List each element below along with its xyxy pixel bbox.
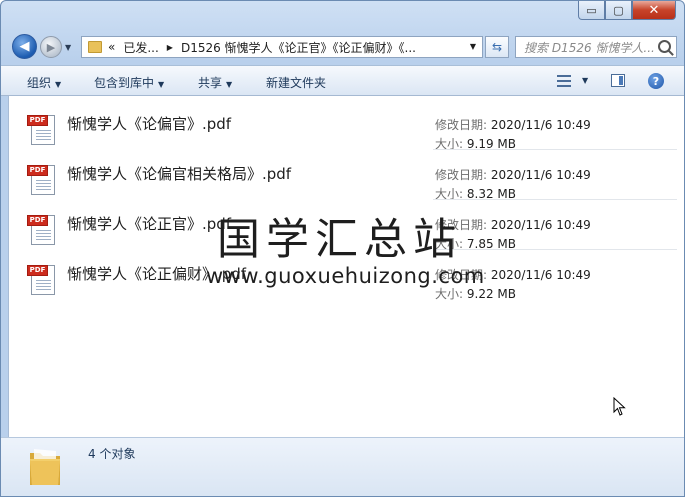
refresh-button[interactable]: ⇆ (485, 36, 509, 58)
details-pane: 4 个对象 (1, 437, 684, 496)
chevron-right-icon[interactable]: ▶ (167, 43, 173, 52)
close-button[interactable]: ✕ (632, 1, 676, 20)
mouse-cursor-icon (613, 397, 626, 416)
caption-buttons: ▭ ▢ ✕ (578, 1, 676, 20)
folder-icon (30, 449, 60, 485)
pdf-icon: PDF (27, 263, 55, 295)
file-name[interactable]: 惭愧学人《论正官》.pdf (67, 213, 231, 234)
list-item[interactable]: PDF 惭愧学人《论偏官相关格局》.pdf 修改日期: 2020/11/6 10… (9, 150, 677, 201)
breadcrumb-overflow[interactable]: « (108, 40, 115, 54)
pdf-tag: PDF (27, 115, 48, 126)
breadcrumb-parent[interactable]: 已发... (123, 39, 158, 56)
organize-label: 组织 (27, 76, 52, 90)
pdf-icon: PDF (27, 113, 55, 145)
file-modified: 修改日期: 2020/11/6 10:49 (435, 116, 591, 133)
chevron-down-icon[interactable]: ▼ (582, 76, 588, 85)
preview-pane-icon[interactable] (611, 74, 625, 87)
share-button[interactable]: 共享 ▼ (198, 74, 232, 91)
breadcrumb-current[interactable]: D1526 惭愧学人《论正官》《论正偏财》《... (181, 39, 416, 56)
address-row: ◀ ▶ ▼ « 已发... ▶ D1526 惭愧学人《论正官》《论正偏财》《..… (1, 32, 684, 62)
back-button[interactable]: ◀ (12, 34, 37, 59)
refresh-icon: ⇆ (491, 40, 503, 54)
recent-pages-dropdown[interactable]: ▼ (65, 43, 71, 52)
chevron-down-icon: ▼ (158, 80, 165, 89)
search-placeholder: 搜索 D1526 惭愧学人... (524, 40, 655, 55)
pdf-tag: PDF (27, 215, 48, 226)
item-count: 4 个对象 (88, 447, 136, 461)
arrow-right-icon: ▶ (46, 40, 56, 54)
file-name[interactable]: 惭愧学人《论偏官》.pdf (67, 113, 231, 134)
modified-value: 2020/11/6 10:49 (490, 218, 591, 232)
forward-button[interactable]: ▶ (40, 36, 62, 58)
watermark-url: www.guoxuehuizong.com (206, 264, 485, 288)
organize-button[interactable]: 组织 ▼ (27, 74, 61, 91)
arrow-left-icon: ◀ (19, 39, 30, 54)
include-in-library-button[interactable]: 包含到库中 ▼ (94, 74, 164, 91)
modified-value: 2020/11/6 10:49 (490, 268, 591, 282)
file-name[interactable]: 惭愧学人《论偏官相关格局》.pdf (67, 163, 291, 184)
list-item[interactable]: PDF 惭愧学人《论偏官》.pdf 修改日期: 2020/11/6 10:49 … (9, 100, 677, 151)
modified-value: 2020/11/6 10:49 (490, 118, 591, 132)
explorer-window: ▭ ▢ ✕ ◀ ▶ ▼ « 已发... ▶ D1526 惭愧学人《论正官》《论正… (0, 0, 685, 497)
watermark-cn: 国学汇总站 (217, 215, 462, 265)
pdf-icon: PDF (27, 163, 55, 195)
size-label: 大小: (435, 287, 464, 301)
modified-label: 修改日期: (435, 118, 488, 132)
search-input[interactable]: 搜索 D1526 惭愧学人... (515, 36, 677, 58)
help-icon[interactable]: ? (648, 73, 664, 89)
include-in-library-label: 包含到库中 (94, 76, 155, 90)
pdf-tag: PDF (27, 165, 48, 176)
pdf-tag: PDF (27, 265, 48, 276)
maximize-button[interactable]: ▢ (605, 1, 632, 20)
pdf-icon: PDF (27, 213, 55, 245)
address-bar[interactable]: « 已发... ▶ D1526 惭愧学人《论正官》《论正偏财》《... ▼ (81, 36, 483, 58)
command-bar: 组织 ▼ 包含到库中 ▼ 共享 ▼ 新建文件夹 ▼ ? (1, 65, 684, 96)
new-folder-button[interactable]: 新建文件夹 (266, 74, 326, 91)
chevron-down-icon: ▼ (55, 80, 62, 89)
view-options-icon[interactable] (557, 75, 571, 87)
modified-label: 修改日期: (435, 168, 488, 182)
search-icon[interactable] (658, 40, 671, 53)
share-label: 共享 (198, 76, 223, 90)
chevron-down-icon[interactable]: ▼ (470, 42, 476, 51)
size-value: 9.22 MB (466, 287, 516, 301)
modified-value: 2020/11/6 10:49 (490, 168, 591, 182)
chevron-down-icon: ▼ (226, 80, 233, 89)
file-modified: 修改日期: 2020/11/6 10:49 (435, 166, 591, 183)
folder-icon (88, 41, 102, 53)
minimize-button[interactable]: ▭ (578, 1, 605, 20)
